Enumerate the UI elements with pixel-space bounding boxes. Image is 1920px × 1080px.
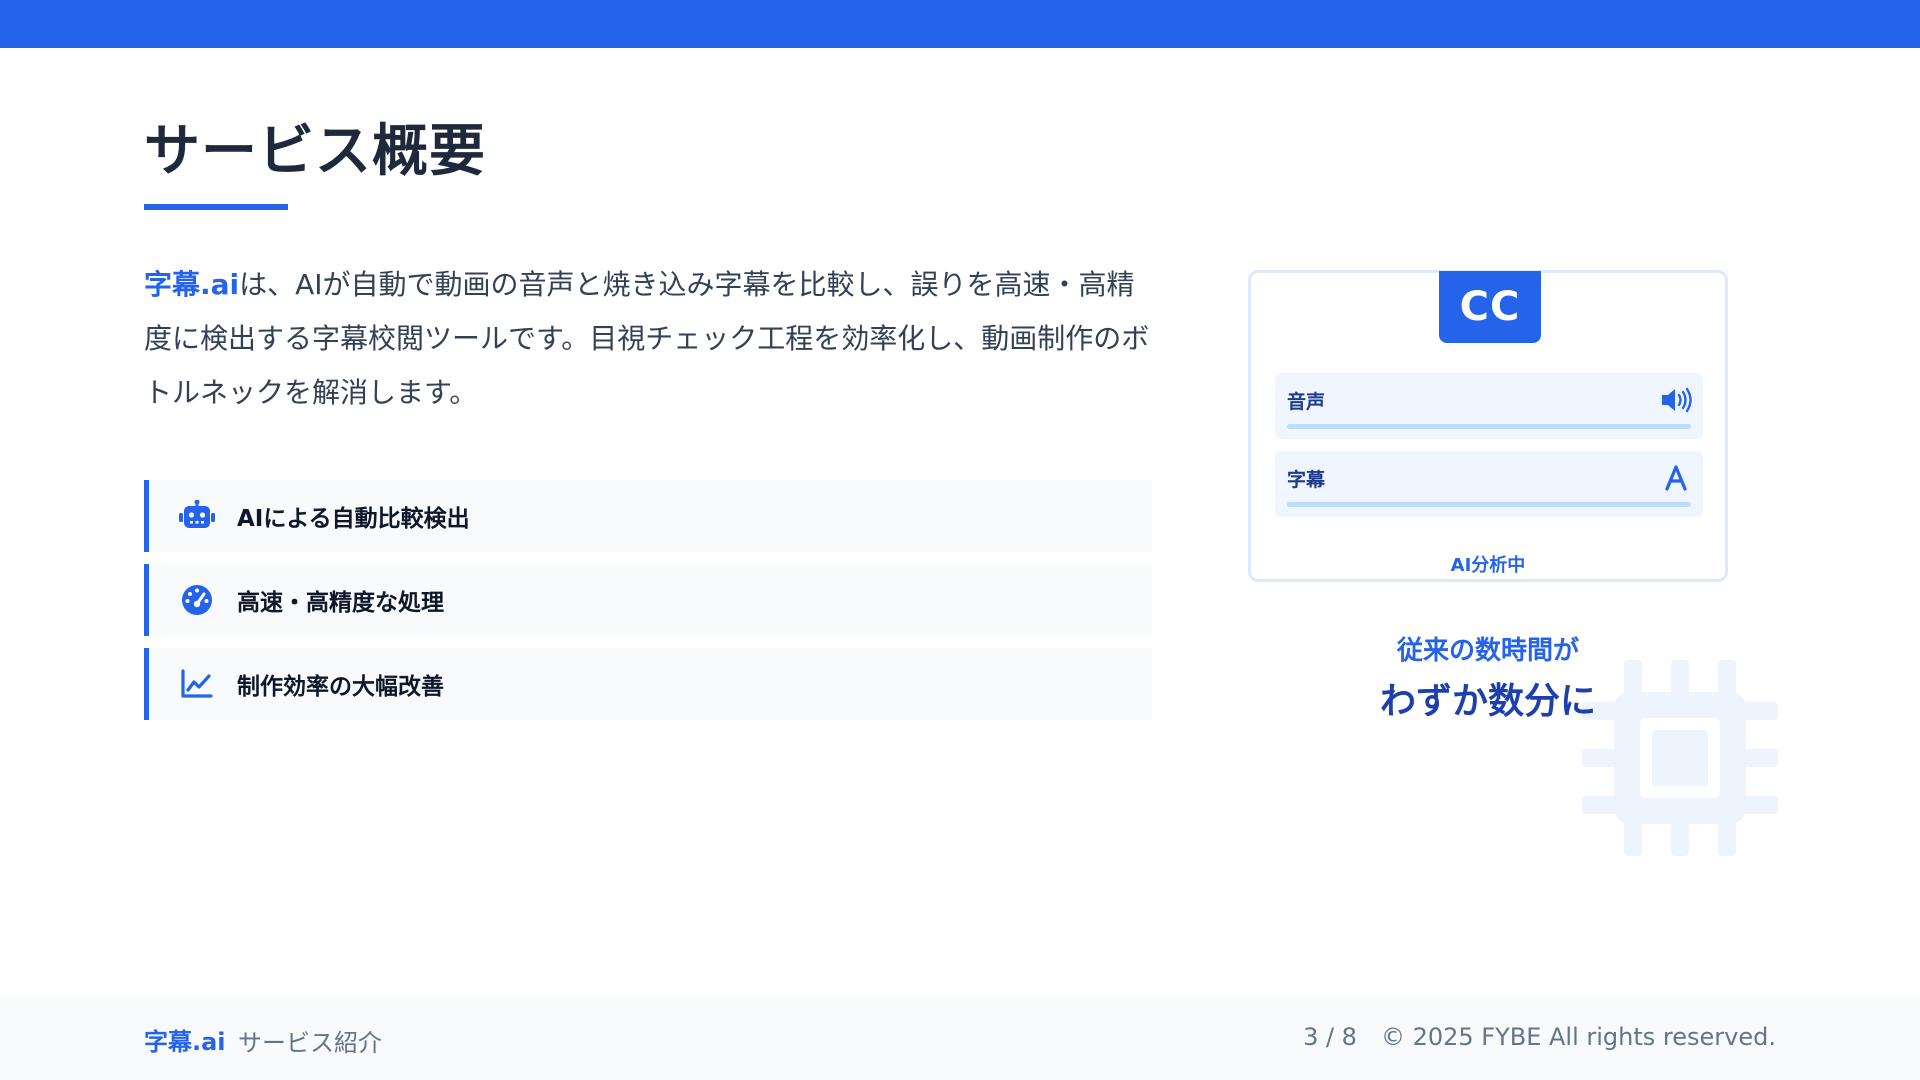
font-letter-icon [1659,463,1693,493]
audio-track-bar [1287,424,1691,429]
feature-item-ai-compare: AIによる自動比較検出 [144,480,1152,552]
title-underline [144,204,288,210]
feature-item-speed: 高速・高精度な処理 [144,564,1152,636]
feature-item-efficiency: 制作効率の大幅改善 [144,648,1152,720]
subtitle-track: 字幕 [1275,451,1703,517]
speaker-icon [1659,385,1693,415]
callout-before: 従来の数時間が [1396,636,1579,666]
feature-label: 制作効率の大幅改善 [237,674,444,700]
footer: 字幕.ai サービス紹介 3 / 8 © 2025 FYBE All right… [0,996,1920,1080]
audio-track: 音声 [1275,373,1703,439]
intro-paragraph: 字幕.aiは、AIが自動で動画の音声と焼き込み字幕を比較し、誤りを高速・高精度に… [144,258,1154,420]
page-title: サービス概要 [144,119,486,184]
analysis-status: AI分析中 [1450,555,1526,576]
callout-after: わずか数分に [1379,681,1596,722]
footer-meta: 3 / 8 © 2025 FYBE All rights reserved. [1303,1023,1776,1051]
subtitle-track-bar [1287,502,1691,507]
footer-subtitle: サービス紹介 [238,1029,382,1057]
subtitle-analysis-card: CC 音声 字幕 AI分析中 [1248,270,1728,582]
robot-icon [179,498,215,534]
intro-brand: 字幕.ai [144,268,240,301]
copyright: © 2025 FYBE All rights reserved. [1380,1023,1776,1051]
intro-text: は、AIが自動で動画の音声と焼き込み字幕を比較し、誤りを高速・高精度に検出する字… [144,268,1150,409]
feature-label: 高速・高精度な処理 [237,590,444,616]
footer-brand: 字幕.ai [144,1028,226,1056]
line-chart-icon [179,666,215,702]
feature-list: AIによる自動比較検出 高速・高精度な処理 制作効率の大幅改善 [144,480,1152,732]
top-accent-bar [0,0,1920,48]
page-number: 3 / 8 [1303,1023,1357,1051]
cc-badge: CC [1439,271,1541,343]
audio-track-label: 音声 [1287,391,1326,413]
subtitle-track-label: 字幕 [1287,469,1326,491]
feature-label: AIによる自動比較検出 [237,506,470,532]
speedometer-icon [179,582,215,618]
